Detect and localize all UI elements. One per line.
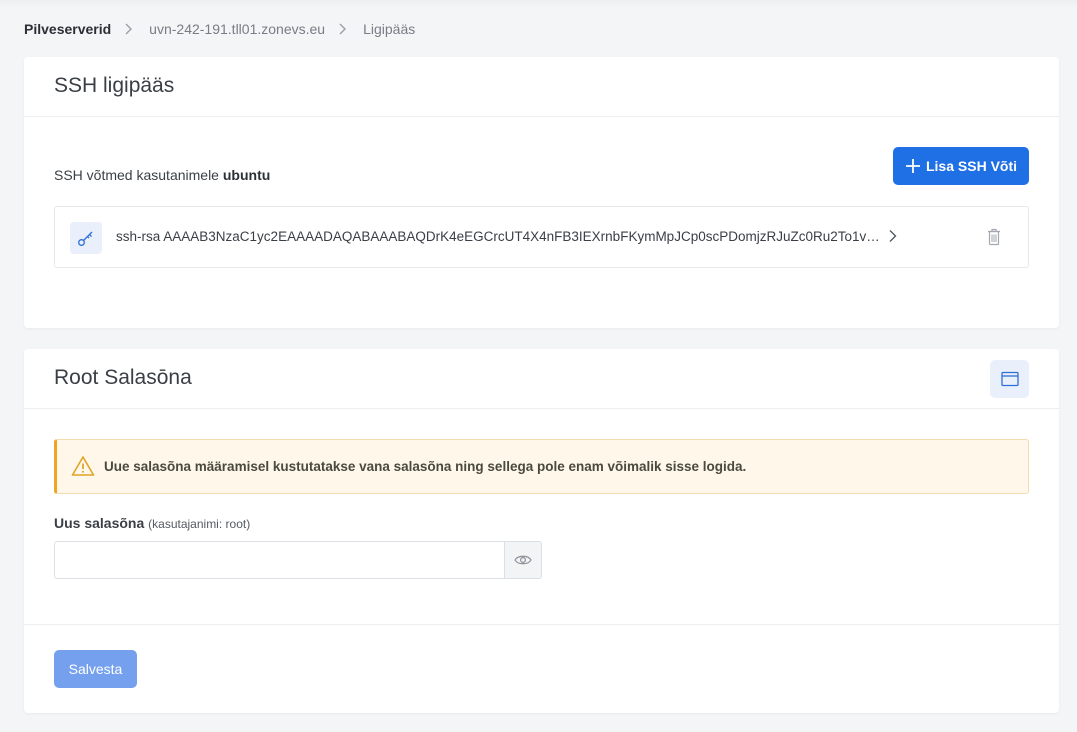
ssh-key-row[interactable]: ssh-rsa AAAAB3NzaC1yc2EAAAADAQABAAABAQDr… — [54, 206, 1029, 268]
trash-icon[interactable] — [987, 228, 1001, 251]
page-title: SSH ligipääs — [54, 74, 175, 97]
breadcrumb-item-access: Ligipääs — [363, 21, 416, 37]
top-shade — [0, 0, 1077, 8]
section-title: Root Salasōna — [54, 366, 192, 389]
add-ssh-key-label: Lisa SSH Võti — [925, 158, 1018, 174]
console-button[interactable] — [990, 360, 1029, 398]
key-icon — [70, 222, 102, 254]
plus-icon — [905, 158, 921, 174]
ssh-description-text: SSH võtmed kasutanimele — [54, 167, 219, 183]
save-button[interactable]: Salvesta — [54, 650, 137, 688]
password-label-text: Uus salasõna — [54, 515, 145, 531]
chevron-right-icon[interactable] — [888, 229, 898, 248]
warning-icon — [71, 455, 95, 482]
card-header: Root Salasōna — [24, 349, 1059, 409]
chevron-right-icon — [333, 20, 355, 38]
password-field-label: Uus salasõna (kasutajanimi: root) — [54, 515, 250, 531]
ssh-description: SSH võtmed kasutanimele ubuntu — [54, 167, 270, 183]
card-header: SSH ligipääs — [24, 57, 1059, 117]
password-label-hint: (kasutajanimi: root) — [148, 517, 251, 531]
warning-alert: Uue salasõna määramisel kustutatakse van… — [54, 439, 1029, 494]
window-icon — [1000, 371, 1019, 387]
add-ssh-key-button[interactable]: Lisa SSH Võti — [893, 147, 1029, 185]
eye-icon — [514, 554, 532, 566]
breadcrumb-item-servers[interactable]: Pilveserverid — [24, 21, 111, 37]
show-password-button[interactable] — [504, 541, 542, 579]
ssh-username: ubuntu — [222, 167, 271, 183]
breadcrumb-item-server[interactable]: uvn-242-191.tll01.zonevs.eu — [149, 21, 325, 37]
root-password-card: Root Salasōna Uue salasõna määramisel ku… — [24, 349, 1059, 713]
divider — [24, 624, 1059, 625]
new-password-input[interactable] — [54, 541, 505, 579]
ssh-key-value: ssh-rsa AAAAB3NzaC1yc2EAAAADAQABAAABAQDr… — [116, 229, 882, 244]
chevron-right-icon — [119, 20, 141, 38]
warning-text: Uue salasõna määramisel kustutatakse van… — [104, 459, 747, 474]
ssh-access-card: SSH ligipääs SSH võtmed kasutanimele ubu… — [24, 57, 1059, 328]
breadcrumb: Pilveserverid uvn-242-191.tll01.zonevs.e… — [24, 20, 415, 38]
